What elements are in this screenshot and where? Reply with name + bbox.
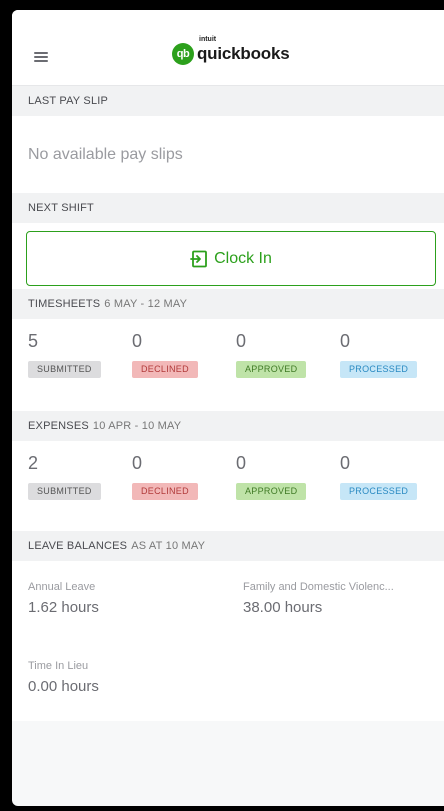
timesheets-stats: 5 SUBMITTED 0 DECLINED 0 APPROVED 0 PROC… [12,319,444,411]
hamburger-menu-icon[interactable] [34,52,48,62]
stat-count: 0 [132,331,143,351]
logo-intuit-text: intuit [199,36,217,43]
declined-badge: DECLINED [132,483,198,500]
app-screen: qb intuit quickbooks LAST PAY SLIP No av… [12,10,444,806]
leave-label: Time In Lieu [28,660,89,672]
expenses-submitted[interactable]: 2 SUBMITTED [28,453,132,531]
leave-value: 0.00 hours [28,678,99,695]
expenses-approved[interactable]: 0 APPROVED [236,453,340,531]
clock-in-button[interactable]: Clock In [26,231,436,286]
timesheets-approved[interactable]: 0 APPROVED [236,331,340,411]
submitted-badge: SUBMITTED [28,483,101,500]
clock-in-label: Clock In [214,249,272,267]
qb-logo-icon: qb [172,43,194,65]
last-pay-slip-header: LAST PAY SLIP [12,86,444,116]
approved-badge: APPROVED [236,483,307,500]
expenses-declined[interactable]: 0 DECLINED [132,453,236,531]
next-shift-title: NEXT SHIFT [28,202,94,214]
leave-item-time-in-lieu[interactable]: Time In Lieu 0.00 hours [28,660,99,695]
timesheets-title: TIMESHEETS [28,298,101,310]
leave-balances-list: Annual Leave 1.62 hours Family and Domes… [12,561,444,721]
stat-count: 0 [340,453,351,473]
expenses-processed[interactable]: 0 PROCESSED [340,453,444,531]
clock-in-container: Clock In [12,223,444,289]
quickbooks-logo: qb intuit quickbooks [172,36,290,65]
timesheets-processed[interactable]: 0 PROCESSED [340,331,444,411]
stat-count: 2 [28,453,39,473]
leave-item-family-domestic[interactable]: Family and Domestic Violenc... 38.00 hou… [243,581,394,616]
stat-count: 0 [236,331,247,351]
timesheets-range: 6 MAY - 12 MAY [104,298,188,310]
next-shift-header: NEXT SHIFT [12,193,444,223]
processed-badge: PROCESSED [340,361,418,378]
empty-pay-slip-text: No available pay slips [28,145,183,163]
timesheets-submitted[interactable]: 5 SUBMITTED [28,331,132,411]
last-pay-slip-empty: No available pay slips [12,116,444,193]
timesheets-declined[interactable]: 0 DECLINED [132,331,236,411]
leave-balances-header: LEAVE BALANCES AS AT 10 MAY [12,531,444,561]
processed-badge: PROCESSED [340,483,418,500]
leave-value: 1.62 hours [28,599,99,616]
leave-label: Annual Leave [28,581,96,593]
expenses-title: EXPENSES [28,420,89,432]
leave-label: Family and Domestic Violenc... [243,581,394,593]
leave-value: 38.00 hours [243,599,323,616]
stat-count: 0 [236,453,247,473]
declined-badge: DECLINED [132,361,198,378]
leave-item-annual[interactable]: Annual Leave 1.62 hours [28,581,99,616]
last-pay-slip-title: LAST PAY SLIP [28,95,109,107]
stat-count: 5 [28,331,39,351]
leave-balances-as-at: AS AT 10 MAY [131,540,206,552]
approved-badge: APPROVED [236,361,307,378]
expenses-stats: 2 SUBMITTED 0 DECLINED 0 APPROVED 0 PROC… [12,441,444,531]
stat-count: 0 [340,331,351,351]
stat-count: 0 [132,453,143,473]
expenses-range: 10 APR - 10 MAY [92,420,182,432]
timesheets-header: TIMESHEETS 6 MAY - 12 MAY [12,289,444,319]
leave-balances-title: LEAVE BALANCES [28,540,128,552]
clock-in-icon [190,250,207,267]
submitted-badge: SUBMITTED [28,361,101,378]
expenses-header: EXPENSES 10 APR - 10 MAY [12,411,444,441]
top-bar: qb intuit quickbooks [12,10,444,86]
logo-word: quickbooks [197,44,290,63]
